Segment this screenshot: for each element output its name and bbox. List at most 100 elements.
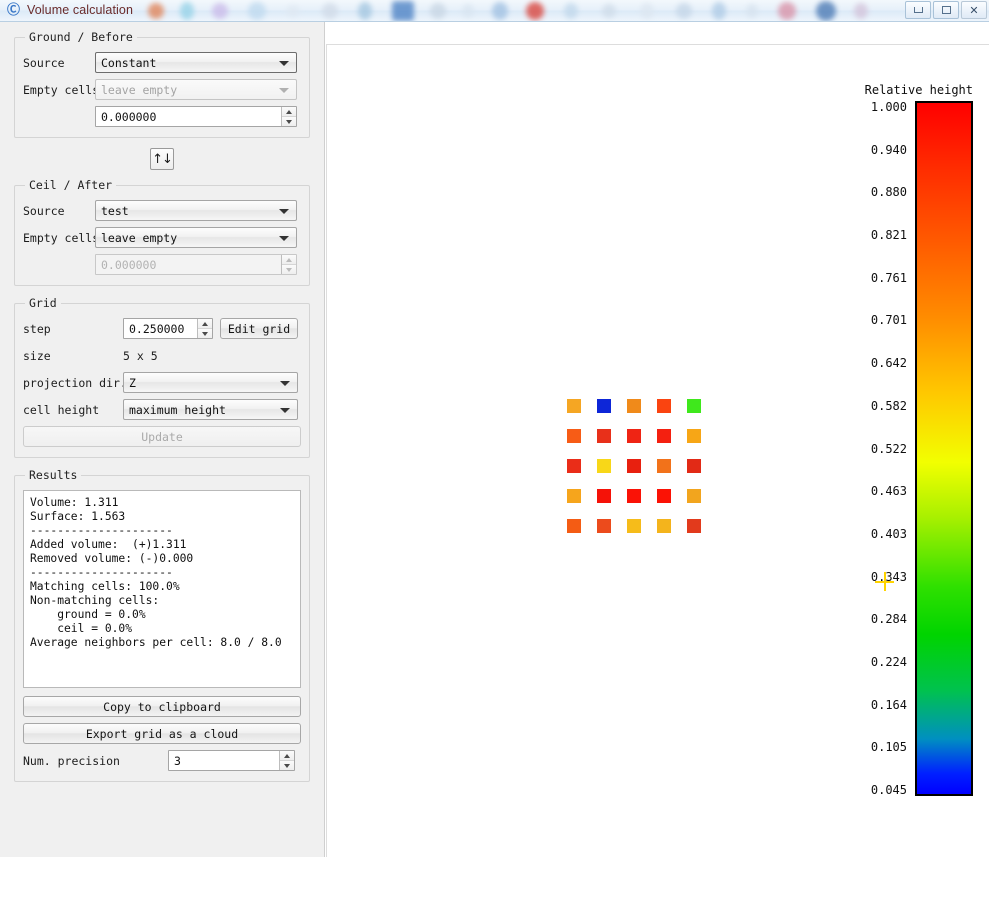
num-precision-spin-buttons[interactable] [279, 751, 294, 770]
spin-up-icon[interactable] [198, 319, 212, 329]
grid-projection-combo[interactable]: Z [123, 372, 298, 393]
grid-step-spinbox[interactable]: 0.250000 [123, 318, 213, 339]
ground-constant-spinbox[interactable]: 0.000000 [95, 106, 297, 127]
export-grid-as-cloud-button[interactable]: Export grid as a cloud [23, 723, 301, 744]
ground-source-value: Constant [101, 55, 157, 70]
grid-cell [627, 489, 641, 503]
grid-cell [597, 429, 611, 443]
grid-cell [597, 399, 611, 413]
close-button[interactable]: ✕ [961, 1, 987, 19]
color-scale-tick: 0.284 [870, 612, 907, 627]
results-legend: Results [29, 468, 78, 482]
ceil-constant-spinbox[interactable]: 0.000000 [95, 254, 297, 275]
ceil-empty-cells-label: Empty cells [23, 230, 100, 245]
ground-source-combo[interactable]: Constant [95, 52, 297, 73]
spin-up-icon[interactable] [282, 107, 296, 117]
grid-step-value: 0.250000 [129, 321, 185, 336]
3d-viewport[interactable]: Relative height 1.000 0.940 0.880 0.821 0.76… [326, 44, 989, 857]
ceil-empty-cells-combo[interactable]: leave empty [95, 227, 297, 248]
color-scale-tick: 0.642 [870, 356, 907, 371]
color-scale-title: Relative height [864, 83, 973, 97]
grid-update-row: Update [23, 426, 301, 447]
color-scale-tick: 0.463 [870, 484, 907, 499]
ceil-source-row: Source test [23, 200, 301, 221]
color-scale-tick: 0.940 [870, 142, 907, 157]
ground-constant-spin-buttons[interactable] [281, 107, 296, 126]
ceil-constant-row: 0.000000 [23, 254, 301, 275]
grid-cell [687, 459, 701, 473]
edit-grid-button[interactable]: Edit grid [220, 318, 298, 339]
color-scale-tick: 0.701 [870, 313, 907, 328]
update-button[interactable]: Update [23, 426, 301, 447]
ground-empty-cells-combo[interactable]: leave empty [95, 79, 297, 100]
grid-cell [627, 399, 641, 413]
num-precision-spinbox[interactable]: 3 [168, 750, 295, 771]
grid-cell [597, 489, 611, 503]
ground-constant-value: 0.000000 [101, 109, 157, 124]
grid-cell [687, 489, 701, 503]
spin-up-icon[interactable] [282, 255, 296, 265]
grid-cell [567, 399, 581, 413]
grid-cell [597, 519, 611, 533]
color-scale-tick: 0.224 [870, 654, 907, 669]
grid-size-row: size 5 x 5 [23, 345, 301, 366]
results-text: Volume: 1.311 Surface: 1.563 -----------… [23, 490, 301, 688]
ceil-after-group: Ceil / After Source test Empty cells lea… [14, 178, 310, 286]
color-scale-tick: 0.164 [870, 697, 907, 712]
color-scale-tick: 0.582 [870, 398, 907, 413]
grid-cell [597, 459, 611, 473]
spin-down-icon[interactable] [198, 329, 212, 338]
ground-empty-cells-row: Empty cells leave empty [23, 79, 301, 100]
grid-step-spin-buttons[interactable] [197, 319, 212, 338]
chevron-down-icon [279, 60, 289, 66]
grid-cell [567, 459, 581, 473]
ground-constant-row: 0.000000 [23, 106, 301, 127]
grid-cell [657, 429, 671, 443]
num-precision-value: 3 [174, 753, 181, 768]
spin-down-icon[interactable] [282, 265, 296, 274]
chevron-down-icon [280, 380, 290, 386]
grid-cell-height-label: cell height [23, 402, 100, 417]
grid-cell [687, 519, 701, 533]
ceil-constant-value: 0.000000 [101, 257, 157, 272]
pivot-crosshair-icon [875, 572, 894, 591]
grid-cell [567, 429, 581, 443]
color-scale-tick: 0.105 [870, 740, 907, 755]
color-scale-tick: 0.045 [870, 783, 907, 797]
grid-group: Grid step 0.250000 Edit grid size 5 x 5 … [14, 296, 310, 458]
grid-cell-height-value: maximum height [129, 402, 226, 417]
spin-down-icon[interactable] [282, 117, 296, 126]
ground-empty-cells-label: Empty cells [23, 82, 100, 97]
grid-step-row: step 0.250000 Edit grid [23, 318, 301, 339]
grid-cell [567, 489, 581, 503]
spin-up-icon[interactable] [280, 751, 294, 761]
window-title: Volume calculation [27, 2, 134, 17]
spin-down-icon[interactable] [280, 761, 294, 770]
settings-panel: Ground / Before Source Constant Empty ce… [0, 22, 325, 857]
swap-sources-button[interactable]: ↑↓ [150, 148, 174, 170]
grid-size-label: size [23, 348, 51, 363]
grid-projection-label: projection dir. [23, 375, 127, 390]
grid-legend: Grid [29, 296, 57, 310]
minimize-button[interactable] [905, 1, 931, 19]
window-titlebar: Ⓒ Volume calculation ✕ [0, 0, 989, 22]
ceil-constant-spin-buttons[interactable] [281, 255, 296, 274]
chevron-down-icon [279, 87, 289, 93]
results-group: Results Volume: 1.311 Surface: 1.563 ---… [14, 468, 310, 782]
color-scale-bar [915, 101, 973, 796]
grid-cell [687, 399, 701, 413]
ceil-after-legend: Ceil / After [29, 178, 113, 192]
ceil-source-combo[interactable]: test [95, 200, 297, 221]
copy-to-clipboard-button[interactable]: Copy to clipboard [23, 696, 301, 717]
color-scale-tick: 0.761 [870, 270, 907, 285]
maximize-button[interactable] [933, 1, 959, 19]
ceil-empty-cells-value: leave empty [101, 230, 178, 245]
grid-cell [567, 519, 581, 533]
color-scale-tick: 0.821 [870, 228, 907, 243]
grid-cell [687, 429, 701, 443]
grid-cell-height-combo[interactable]: maximum height [123, 399, 298, 420]
grid-cell [627, 429, 641, 443]
ceil-empty-cells-row: Empty cells leave empty [23, 227, 301, 248]
color-scale-tick: 1.000 [870, 100, 907, 114]
grid-projection-row: projection dir. Z [23, 372, 301, 393]
